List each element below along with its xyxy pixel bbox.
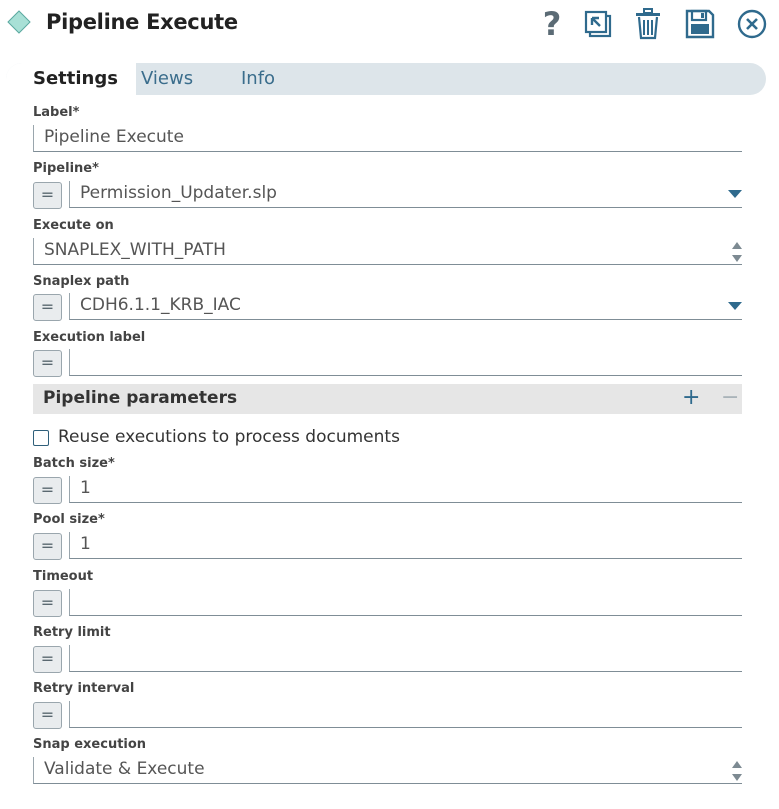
snap-execution-select-value: Validate & Execute: [44, 759, 205, 779]
pipeline-select[interactable]: Permission_Updater.slp: [69, 181, 742, 208]
pool-size-input[interactable]: 1: [69, 532, 742, 559]
save-button[interactable]: [684, 6, 716, 42]
help-button[interactable]: ?: [540, 6, 564, 42]
retry-interval-input[interactable]: [69, 701, 742, 728]
execution-label-input[interactable]: [69, 349, 742, 376]
add-parameter-button[interactable]: +: [682, 385, 700, 410]
execute-on-select-value: SNAPLEX_WITH_PATH: [44, 240, 226, 260]
reuse-executions-checkbox[interactable]: [33, 430, 49, 446]
pipeline-field-label: Pipeline*: [33, 161, 99, 176]
label-input[interactable]: Pipeline Execute: [33, 125, 742, 152]
trash-icon: [636, 8, 660, 40]
chevron-down-icon[interactable]: [728, 302, 742, 310]
diamond-icon: [7, 10, 31, 34]
snap-execution-field-label: Snap execution: [33, 737, 147, 752]
export-button[interactable]: [582, 6, 614, 42]
timeout-field-label: Timeout: [33, 569, 94, 584]
chevron-down-icon[interactable]: [728, 190, 742, 198]
retry-limit-input[interactable]: [69, 645, 742, 672]
up-down-arrows-icon[interactable]: [732, 241, 742, 263]
pipeline-expression-toggle[interactable]: =: [33, 182, 62, 209]
tab-info[interactable]: Info: [241, 63, 275, 95]
pipeline-select-value: Permission_Updater.slp: [80, 183, 277, 203]
snaplex-path-field-label: Snaplex path: [33, 274, 130, 289]
dialog-title: Pipeline Execute: [46, 10, 238, 34]
label-field-label: Label*: [33, 105, 80, 120]
question-mark-icon: ?: [543, 7, 562, 41]
snaplex-path-select-value: CDH6.1.1_KRB_IAC: [80, 295, 241, 315]
execution-label-expression-toggle[interactable]: =: [33, 350, 62, 377]
retry-interval-field-label: Retry interval: [33, 681, 135, 696]
retry-interval-expression-toggle[interactable]: =: [33, 702, 62, 729]
pool-size-expression-toggle[interactable]: =: [33, 533, 62, 560]
tab-settings[interactable]: Settings: [6, 63, 136, 95]
floppy-disk-icon: [685, 9, 715, 39]
tab-bar: Settings Views Info: [6, 63, 766, 95]
remove-parameter-button[interactable]: −: [721, 385, 739, 410]
batch-size-expression-toggle[interactable]: =: [33, 477, 62, 504]
label-input-value: Pipeline Execute: [44, 127, 184, 147]
execute-on-select[interactable]: SNAPLEX_WITH_PATH: [33, 238, 742, 265]
pipeline-parameters-section: Pipeline parameters + −: [33, 384, 742, 414]
execution-label-field-label: Execution label: [33, 330, 146, 345]
dialog-header: Pipeline Execute ?: [0, 0, 779, 50]
pipeline-parameters-title: Pipeline parameters: [43, 388, 238, 408]
batch-size-input[interactable]: 1: [69, 476, 742, 503]
retry-limit-expression-toggle[interactable]: =: [33, 646, 62, 673]
close-circle-icon: [737, 9, 767, 39]
up-down-arrows-icon[interactable]: [732, 760, 742, 782]
snaplex-path-select[interactable]: CDH6.1.1_KRB_IAC: [69, 293, 742, 320]
batch-size-field-label: Batch size*: [33, 456, 115, 471]
pool-size-input-value: 1: [80, 534, 91, 554]
timeout-input[interactable]: [69, 589, 742, 616]
retry-limit-field-label: Retry limit: [33, 625, 111, 640]
batch-size-input-value: 1: [80, 478, 91, 498]
pool-size-field-label: Pool size*: [33, 512, 105, 527]
delete-button[interactable]: [633, 6, 663, 42]
tab-views[interactable]: Views: [141, 63, 193, 95]
close-button[interactable]: [736, 6, 768, 42]
svg-text:?: ?: [543, 7, 562, 41]
execute-on-field-label: Execute on: [33, 218, 114, 233]
export-icon: [584, 10, 612, 38]
timeout-expression-toggle[interactable]: =: [33, 590, 62, 617]
snap-execution-select[interactable]: Validate & Execute: [33, 757, 742, 784]
reuse-executions-label: Reuse executions to process documents: [58, 427, 400, 447]
snaplex-path-expression-toggle[interactable]: =: [33, 294, 62, 321]
